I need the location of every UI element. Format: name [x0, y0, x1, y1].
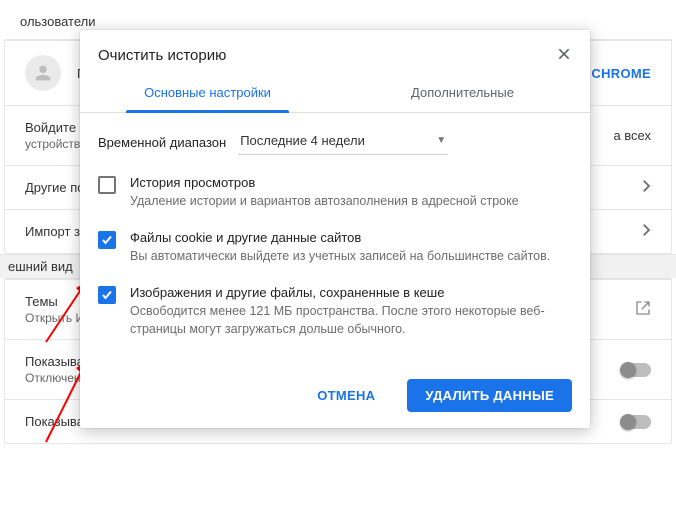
open-external-icon	[635, 300, 651, 319]
tab-basic[interactable]: Основные настройки	[80, 75, 335, 112]
tab-advanced[interactable]: Дополнительные	[335, 75, 590, 112]
time-range-select[interactable]: Последние 4 недели ▼	[238, 129, 448, 155]
avatar-icon	[25, 55, 61, 91]
signin-text-2: устройства	[25, 137, 87, 151]
other-profiles-label: Другие по	[25, 180, 85, 195]
checkbox-cached-images[interactable]	[98, 286, 116, 304]
chevron-right-icon	[643, 224, 651, 239]
checkbox-cookies[interactable]	[98, 231, 116, 249]
dialog-tabs: Основные настройки Дополнительные	[80, 75, 590, 113]
cancel-button[interactable]: ОТМЕНА	[299, 379, 393, 412]
option-browsing-history: История просмотров Удаление истории и ва…	[98, 175, 572, 210]
dialog-title: Очистить историю	[98, 47, 226, 64]
option-title: Изображения и другие файлы, сохраненные …	[130, 285, 572, 300]
import-bookmarks-label: Импорт за	[25, 224, 87, 239]
close-button[interactable]	[556, 46, 572, 65]
checkbox-browsing-history[interactable]	[98, 176, 116, 194]
themes-sublabel: Открыть И	[25, 311, 84, 325]
time-range-value: Последние 4 недели	[240, 133, 365, 148]
option-title: Файлы cookie и другие данные сайтов	[130, 230, 550, 245]
dropdown-icon: ▼	[436, 135, 446, 146]
themes-label: Темы	[25, 294, 84, 309]
clear-browsing-data-dialog: Очистить историю Основные настройки Допо…	[80, 30, 590, 428]
option-desc: Удаление истории и вариантов автозаполне…	[130, 192, 519, 210]
signin-right: а всех	[613, 128, 651, 143]
clear-data-button[interactable]: УДАЛИТЬ ДАННЫЕ	[407, 379, 572, 412]
option-title: История просмотров	[130, 175, 519, 190]
option-desc: Вы автоматически выйдете из учетных запи…	[130, 247, 550, 265]
option-cookies: Файлы cookie и другие данные сайтов Вы а…	[98, 230, 572, 265]
chevron-right-icon	[643, 180, 651, 195]
bookmarks-toggle[interactable]	[621, 363, 651, 377]
time-range-label: Временной диапазон	[98, 135, 226, 150]
option-desc: Освободится менее 121 МБ пространства. П…	[130, 302, 572, 338]
home-toggle[interactable]	[621, 415, 651, 429]
option-cached-images: Изображения и другие файлы, сохраненные …	[98, 285, 572, 338]
signin-text-1: Войдите в	[25, 120, 87, 135]
